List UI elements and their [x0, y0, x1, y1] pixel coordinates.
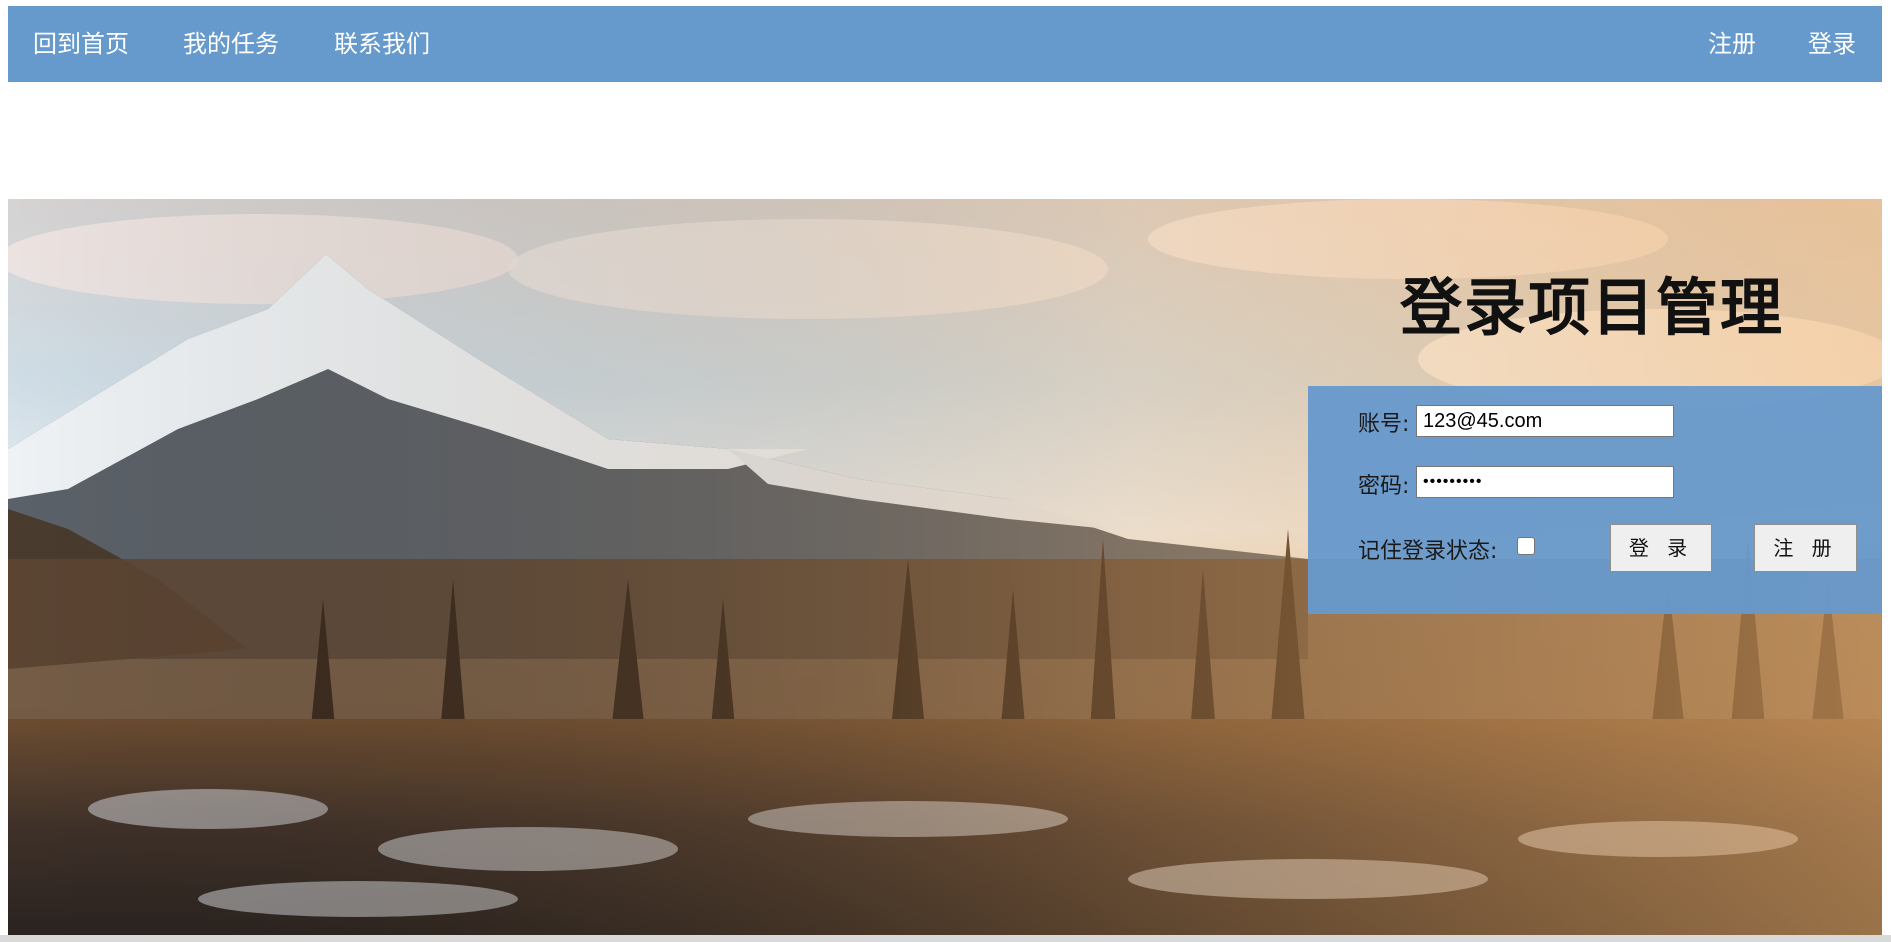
account-label: 账号:: [1358, 412, 1410, 437]
register-button[interactable]: 注 册: [1754, 524, 1857, 572]
nav-link-home[interactable]: 回到首页: [33, 6, 129, 82]
page-title: 登录项目管理: [1400, 271, 1785, 344]
nav-link-login[interactable]: 登录: [1808, 6, 1856, 82]
login-button[interactable]: 登 录: [1610, 524, 1712, 572]
top-nav-bar: 回到首页 我的任务 联系我们 注册 登录: [8, 6, 1882, 82]
remember-label: 记住登录状态:: [1358, 539, 1498, 564]
remember-checkbox[interactable]: [1517, 537, 1535, 555]
login-panel: 账号: 123@45.com 密码: ••••••••• 记住登录状态: 登 录…: [1308, 386, 1882, 614]
account-input[interactable]: 123@45.com: [1416, 405, 1674, 437]
nav-link-my-tasks[interactable]: 我的任务: [183, 6, 279, 82]
password-input[interactable]: •••••••••: [1416, 466, 1674, 498]
password-label: 密码:: [1358, 474, 1410, 499]
bottom-scrollbar-strip: [0, 935, 1891, 942]
nav-link-contact[interactable]: 联系我们: [334, 6, 430, 82]
nav-link-register[interactable]: 注册: [1708, 6, 1756, 82]
